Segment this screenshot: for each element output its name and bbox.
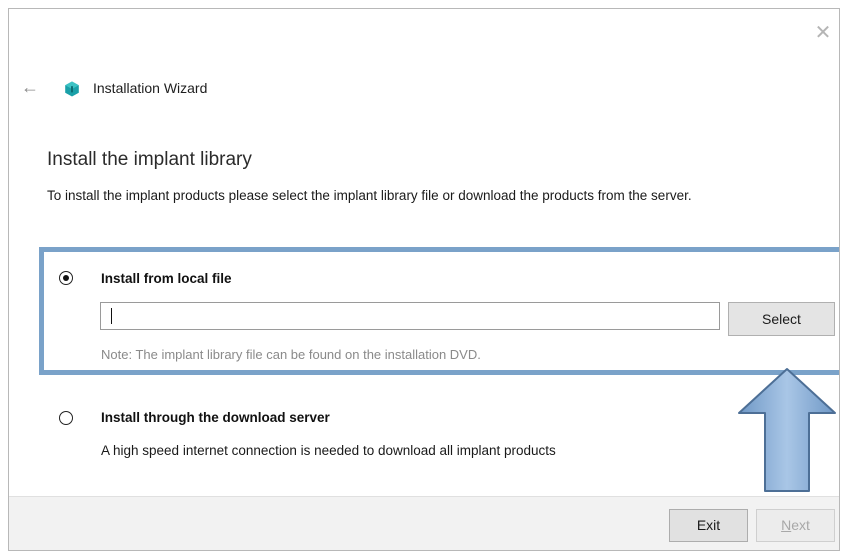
- window-title: Installation Wizard: [93, 80, 208, 96]
- page-heading: Install the implant library: [47, 149, 252, 170]
- server-help-text: A high speed internet connection is need…: [101, 443, 556, 458]
- installation-wizard-window: ✕ ← Installation Wizard Install the impl…: [8, 8, 840, 551]
- hexagon-logo-icon: [65, 81, 79, 97]
- back-arrow-icon[interactable]: ←: [21, 78, 41, 96]
- page-description: To install the implant products please s…: [47, 188, 692, 203]
- next-mnemonic: N: [781, 517, 792, 533]
- radio-install-local[interactable]: [59, 271, 73, 285]
- footer-bar: Exit Next: [9, 496, 839, 550]
- local-file-note: Note: The implant library file can be fo…: [101, 347, 481, 362]
- select-file-button[interactable]: Select: [728, 302, 835, 336]
- up-arrow-annotation-icon: [738, 368, 836, 492]
- next-label-rest: ext: [791, 517, 810, 533]
- close-icon[interactable]: ✕: [813, 23, 833, 43]
- file-path-input[interactable]: [100, 302, 720, 330]
- option-label-local: Install from local file: [101, 271, 232, 286]
- exit-button[interactable]: Exit: [669, 509, 748, 542]
- radio-install-server[interactable]: [59, 411, 73, 425]
- next-button[interactable]: Next: [756, 509, 835, 542]
- option-label-server: Install through the download server: [101, 410, 330, 425]
- text-caret: [111, 308, 112, 324]
